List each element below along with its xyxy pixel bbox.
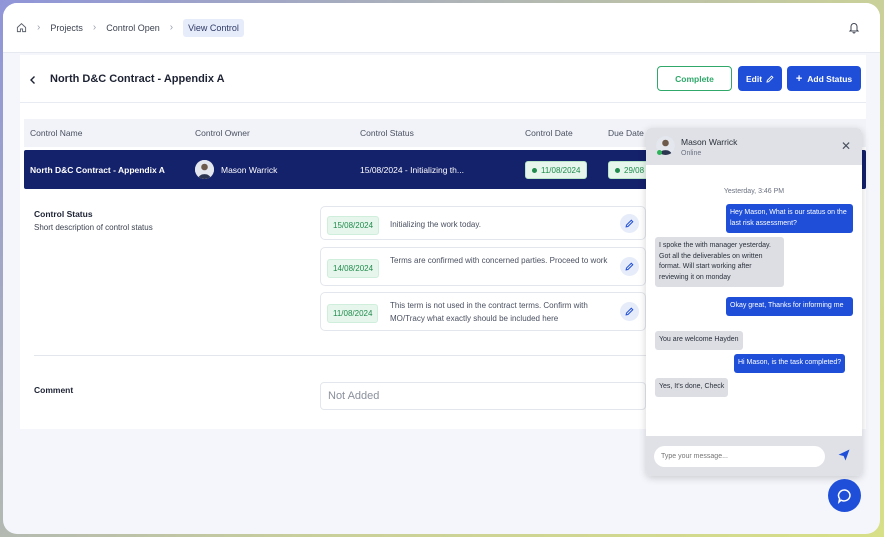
comment-field[interactable]: Not Added (320, 382, 646, 410)
status-entry-text: Terms are confirmed with concerned parti… (390, 256, 608, 265)
chat-message: I spoke the with manager yesterday. Got … (655, 237, 784, 287)
back-arrow-icon[interactable] (28, 73, 38, 88)
due-date-value: 29/08 (624, 166, 645, 175)
breadcrumb-view-control[interactable]: View Control (183, 18, 244, 37)
top-bar: › Projects › Control Open › View Control (3, 3, 880, 53)
chat-message: You are welcome Hayden (655, 331, 743, 350)
chat-bubble-icon[interactable] (828, 479, 861, 512)
status-entry-date: 15/08/2024 (327, 216, 380, 235)
edit-button-label: Edit (745, 73, 763, 84)
column-header[interactable]: Control Name (30, 128, 82, 138)
breadcrumb-control-open[interactable]: Control Open (106, 23, 160, 33)
app-window: › Projects › Control Open › View Control… (3, 3, 880, 534)
chat-message: Hi Mason, is the task completed? (734, 354, 846, 373)
chevron-right-icon: › (92, 22, 97, 33)
due-date-badge: 29/08 (608, 161, 652, 179)
home-icon[interactable] (16, 22, 27, 33)
comment-value: Not Added (328, 390, 380, 402)
pencil-icon[interactable] (620, 257, 639, 276)
chat-message: Okay great, Thanks for informing me (726, 297, 853, 316)
status-entry: 15/08/2024 Initializing the work today. (320, 206, 646, 240)
control-status-description: Short description of control status (34, 223, 153, 232)
row-control-status: 15/08/2024 - Initializing th... (360, 165, 464, 175)
send-icon[interactable] (837, 448, 851, 467)
row-control-owner: Mason Warrick (221, 165, 278, 175)
close-icon[interactable]: ✕ (841, 139, 851, 153)
page-title: North D&C Contract - Appendix A (50, 73, 225, 85)
column-header[interactable]: Control Status (360, 128, 414, 138)
column-header[interactable]: Due Date (608, 128, 644, 138)
add-status-button[interactable]: + Add Status (787, 66, 861, 91)
breadcrumb-projects[interactable]: Projects (50, 23, 83, 33)
status-entry: 11/08/2024 This term is not used in the … (320, 292, 646, 331)
chat-contact-status: Online (681, 150, 702, 157)
chat-message: Hey Mason, What is our status on the las… (726, 204, 853, 233)
status-entry-date: 14/08/2024 (327, 259, 380, 278)
chat-contact-name: Mason Warrick (681, 137, 738, 147)
divider (34, 355, 646, 356)
chat-message-input[interactable] (654, 446, 825, 467)
avatar (195, 160, 214, 179)
pencil-icon[interactable] (620, 302, 639, 321)
pencil-icon[interactable] (620, 214, 639, 233)
column-header[interactable]: Control Owner (195, 128, 250, 138)
chat-footer (646, 436, 862, 476)
edit-button[interactable]: Edit (738, 66, 782, 91)
chat-message: Yes, It's done, Check (655, 378, 729, 397)
page-header: North D&C Contract - Appendix A Complete… (20, 55, 866, 103)
status-entry-text: Initializing the work today. (390, 220, 482, 229)
plus-icon: + (795, 72, 803, 85)
chevron-right-icon: › (37, 22, 41, 33)
complete-button[interactable]: Complete (657, 66, 732, 91)
bell-icon[interactable] (848, 21, 860, 36)
row-control-name: North D&C Contract - Appendix A (30, 165, 165, 175)
chat-header: Mason Warrick Online ✕ (646, 128, 862, 165)
pencil-icon (766, 74, 774, 83)
status-entry-text: This term is not used in the contract te… (390, 301, 588, 323)
column-header[interactable]: Control Date (525, 128, 573, 138)
complete-button-label: Complete (675, 73, 714, 84)
control-status-label: Control Status (34, 209, 93, 219)
control-date-value: 11/08/2024 (541, 166, 581, 175)
chat-panel: Mason Warrick Online ✕ Yesterday, 3:46 P… (646, 128, 862, 476)
chevron-right-icon: › (169, 22, 174, 33)
control-date-badge: 11/08/2024 (525, 161, 588, 179)
add-status-button-label: Add Status (807, 73, 853, 84)
chat-timestamp: Yesterday, 3:46 PM (723, 188, 785, 195)
online-indicator (657, 150, 662, 155)
comment-label: Comment (34, 385, 74, 395)
status-entry-date: 11/08/2024 (327, 304, 379, 323)
status-entry: 14/08/2024 Terms are confirmed with conc… (320, 247, 646, 286)
